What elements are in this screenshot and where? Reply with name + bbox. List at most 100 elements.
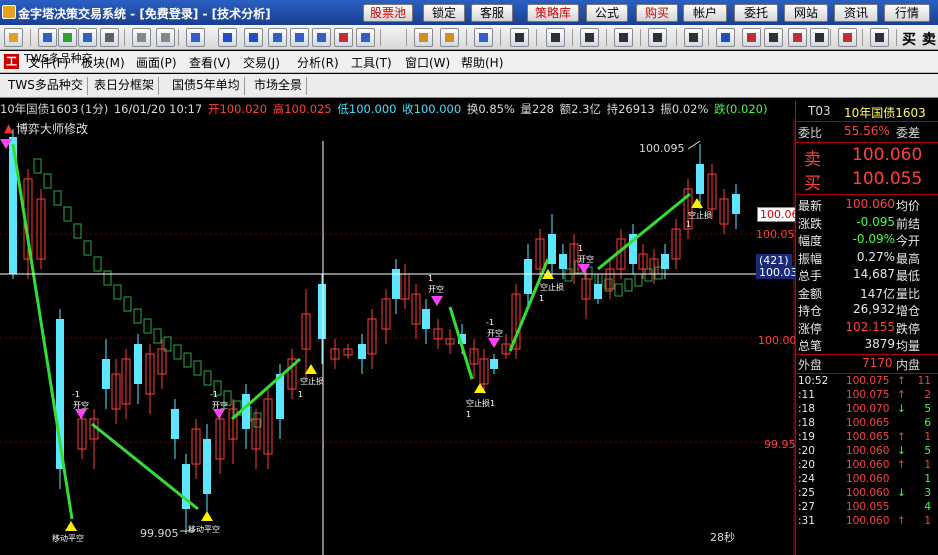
title-button-6[interactable]: 帐户 bbox=[683, 4, 727, 22]
signal-label-18: 空止损 bbox=[688, 211, 712, 220]
tick-row: :27 100.055 4 bbox=[796, 501, 938, 515]
table-icon[interactable] bbox=[580, 28, 599, 47]
page-icon[interactable] bbox=[38, 28, 57, 47]
signal-label-1: 开空 bbox=[73, 401, 89, 410]
menu-help[interactable]: 帮助(H) bbox=[461, 54, 503, 71]
hold-label: 持 bbox=[606, 102, 619, 116]
quote-code: T03 bbox=[808, 104, 831, 118]
quote-row-label2: 最低 bbox=[896, 269, 921, 283]
quote-row-label: 振幅 bbox=[798, 251, 823, 266]
brush-icon[interactable] bbox=[764, 28, 783, 47]
list-icon[interactable] bbox=[356, 28, 375, 47]
signal-label-5: 移动平空 bbox=[188, 525, 220, 534]
candle-body-down bbox=[524, 259, 532, 294]
chart-select-icon[interactable] bbox=[58, 28, 77, 47]
palette-icon[interactable] bbox=[838, 28, 857, 47]
menu-file[interactable]: 文件(F) bbox=[28, 54, 68, 71]
pen-icon[interactable] bbox=[414, 28, 433, 47]
quote-row-label: 总笔 bbox=[798, 339, 823, 353]
folder-icon-glyph bbox=[9, 33, 18, 42]
stair-block bbox=[103, 270, 112, 286]
fill-icon-glyph bbox=[875, 33, 884, 42]
copy-icon[interactable] bbox=[78, 28, 97, 47]
candle-icon[interactable] bbox=[546, 28, 565, 47]
tick-price: 100.065 bbox=[846, 431, 890, 443]
move-icon[interactable] bbox=[218, 28, 237, 47]
quote-row-value: 0.27% bbox=[856, 249, 895, 264]
hatch-icon[interactable] bbox=[614, 28, 633, 47]
turnover-label: 换 bbox=[466, 102, 479, 116]
signal-label-10: -1 bbox=[486, 318, 494, 327]
title-button-10[interactable]: 行情 bbox=[884, 4, 930, 22]
ruler-icon[interactable] bbox=[268, 28, 287, 47]
stair-indicator bbox=[33, 158, 663, 428]
quote-row: 金额 147亿 量比 bbox=[796, 285, 938, 303]
fill-icon[interactable] bbox=[870, 28, 889, 47]
title-button-8[interactable]: 网站 bbox=[784, 4, 828, 22]
text-icon[interactable] bbox=[716, 28, 735, 47]
open-value: 100.020 bbox=[219, 102, 268, 116]
layers-icon[interactable] bbox=[312, 28, 331, 47]
stair-block bbox=[614, 283, 623, 297]
kline-chart[interactable] bbox=[0, 119, 795, 555]
matrix-icon[interactable] bbox=[810, 28, 829, 47]
title-button-4[interactable]: 公式 bbox=[586, 4, 628, 22]
menu-view-page[interactable]: 画面(P) bbox=[136, 54, 177, 71]
signal-label-2: 移动平空 bbox=[52, 534, 84, 543]
eraser-icon[interactable] bbox=[788, 28, 807, 47]
print-icon[interactable] bbox=[100, 28, 119, 47]
chart-datetime: 16/01/20 10:17 bbox=[113, 102, 203, 116]
menu-trade[interactable]: 交易(J) bbox=[243, 54, 280, 71]
draw-icon[interactable] bbox=[186, 28, 205, 47]
candle-body-down bbox=[242, 394, 250, 429]
menu-sector[interactable]: 板块(M) bbox=[81, 54, 125, 71]
crosshair-price: 100.03 bbox=[756, 266, 801, 279]
title-button-0[interactable]: 股票池 bbox=[363, 4, 413, 22]
undo-icon-glyph bbox=[137, 33, 146, 42]
quote-row-value: 102.155 bbox=[845, 319, 895, 334]
title-button-1[interactable]: 锁定 bbox=[423, 4, 465, 22]
low-annotation: 99.905 bbox=[140, 527, 179, 540]
undo-icon[interactable] bbox=[132, 28, 151, 47]
tick-row: :18 100.065 6 bbox=[796, 417, 938, 431]
title-button-7[interactable]: 委托 bbox=[734, 4, 778, 22]
tab-daily-frame[interactable]: 表日分框架 bbox=[90, 77, 160, 95]
cancel-icon[interactable] bbox=[334, 28, 353, 47]
tab-bond-5y[interactable]: 国债5年单均 bbox=[168, 77, 245, 95]
quote-row-label2: 前结 bbox=[896, 216, 921, 231]
rect-icon[interactable] bbox=[648, 28, 667, 47]
title-button-5[interactable]: 购买 bbox=[636, 4, 678, 22]
tick-time: :20 bbox=[798, 445, 815, 457]
candle-body-down bbox=[594, 284, 602, 299]
line-icon[interactable] bbox=[440, 28, 459, 47]
menu-tools[interactable]: 工具(T) bbox=[351, 54, 392, 71]
title-button-3[interactable]: 策略库 bbox=[527, 4, 579, 22]
toolbar-separator-3 bbox=[380, 29, 381, 46]
turnover-value: 0.85% bbox=[478, 102, 515, 116]
color-icon[interactable] bbox=[742, 28, 761, 47]
menu-window[interactable]: 窗口(W) bbox=[405, 54, 450, 71]
bars-icon[interactable] bbox=[474, 28, 493, 47]
tab-market-overview[interactable]: 市场全景 bbox=[250, 77, 308, 95]
sell-button[interactable]: 卖 bbox=[922, 29, 936, 49]
stair-block bbox=[73, 223, 82, 239]
inner-label: 内盘 bbox=[896, 358, 921, 372]
stair-block bbox=[113, 284, 122, 300]
tick-volume: 5 bbox=[924, 403, 931, 415]
window-icon[interactable] bbox=[290, 28, 309, 47]
title-button-9[interactable]: 资讯 bbox=[834, 4, 878, 22]
menu-analysis[interactable]: 分析(R) bbox=[297, 54, 339, 71]
buy-button[interactable]: 买 bbox=[902, 29, 916, 49]
circle-icon[interactable] bbox=[684, 28, 703, 47]
grid-icon[interactable] bbox=[510, 28, 529, 47]
title-button-2[interactable]: 客服 bbox=[471, 4, 513, 22]
tick-price: 100.060 bbox=[846, 473, 890, 485]
quote-row: 涨跌 -0.095 前结 bbox=[796, 215, 938, 233]
signal-label-7: 1 bbox=[298, 390, 304, 399]
redo-icon[interactable] bbox=[156, 28, 175, 47]
folder-icon[interactable] bbox=[4, 28, 23, 47]
menu-view[interactable]: 查看(V) bbox=[189, 54, 231, 71]
tab-tws[interactable]: TWS多品种交 bbox=[4, 77, 88, 95]
zoom-icon[interactable] bbox=[244, 28, 263, 47]
quote-row: 持仓 26,932 增仓 bbox=[796, 302, 938, 320]
